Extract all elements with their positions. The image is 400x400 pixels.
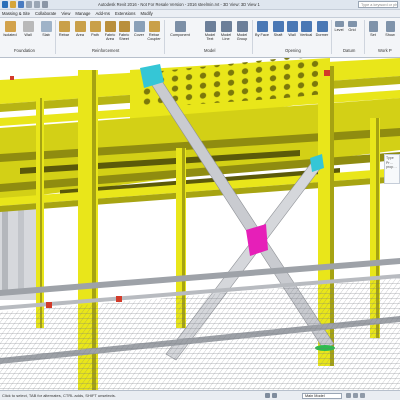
rebar-coupler-button[interactable]: Rebar Coupler [146,20,162,48]
panel-label-foundation: Foundation [14,48,35,53]
quick-access-toolbar [2,1,48,9]
vertical-opening-icon [300,21,312,32]
search-input[interactable]: Type a keyword or phra [358,1,398,8]
workset-icon[interactable] [265,393,270,398]
area-reinforcement-icon [74,21,86,32]
wall-foundation-icon [22,21,34,32]
tab-collaborate[interactable]: Collaborate [35,11,56,16]
design-options-icon[interactable] [272,393,277,398]
worksharing-icons [265,393,277,398]
undo-icon[interactable] [26,1,32,8]
tab-massing-site[interactable]: Massing & Site [2,11,30,16]
panel-label-opening: Opening [285,48,301,53]
open-icon[interactable] [10,1,16,8]
tab-modify[interactable]: Modify [140,11,152,16]
grid-button[interactable]: Grid [346,20,358,48]
rebar-icon [58,21,70,32]
component-icon [174,21,186,32]
tab-manage[interactable]: Manage [75,11,90,16]
panel-separator [364,20,365,54]
model-text-button[interactable]: Model Text [202,20,218,48]
model-line-button[interactable]: Model Line [218,20,234,48]
properties-panel-peek[interactable]: Type Pr… prop… [384,154,400,184]
ribbon-panel: Isolated Wall Slab Foundation Rebar Area… [0,18,400,58]
fabric-sheet-button[interactable]: Fabric Sheet [116,20,132,48]
rebar-button[interactable]: Rebar [56,20,72,48]
panel-label-datum: Datum [343,48,356,53]
level-icon [334,21,344,27]
fabric-sheet-icon [118,21,130,32]
isolated-foundation-button[interactable]: Isolated [2,20,18,48]
show-work-plane-button[interactable]: Show [382,20,398,48]
set-work-plane-button[interactable]: Set [366,20,380,48]
wall-foundation-button[interactable]: Wall [20,20,36,48]
model-group-button[interactable]: Model Group [234,20,250,48]
model-group-icon [236,21,248,32]
path-reinforcement-icon [89,21,101,32]
show-work-plane-icon [385,21,395,32]
opening-wall-icon [286,21,298,32]
set-work-plane-icon [368,21,378,32]
filter-icon[interactable] [360,393,365,398]
3d-model-view[interactable] [0,58,400,390]
select-underlay-icon[interactable] [353,393,358,398]
panel-separator [331,20,332,54]
grid-icon [347,21,357,27]
panel-separator [252,20,253,54]
tab-view[interactable]: View [61,11,70,16]
panel-label-reinforcement: Reinforcement [92,48,120,53]
title-bar: Autodesk Revit 2016 - Not For Resale Ver… [0,0,400,10]
model-text-icon [204,21,216,32]
area-reinforcement-button[interactable]: Area [72,20,88,48]
select-links-icon[interactable] [346,393,351,398]
cover-icon [133,21,145,32]
status-bar: Click to select, TAB for alternates, CTR… [0,390,400,400]
level-button[interactable]: Level [333,20,345,48]
slab-foundation-icon [40,21,52,32]
print-icon[interactable] [42,1,48,8]
redo-icon[interactable] [34,1,40,8]
rebar-coupler-icon [148,21,160,32]
panel-label-work-plane: Work P [378,48,392,53]
dormer-icon [316,21,328,32]
panel-separator [164,20,165,54]
grating-floor[interactable] [0,278,400,390]
revit-logo-icon[interactable] [2,1,8,8]
component-button[interactable]: Component [168,20,192,48]
selection-filter-icons [346,393,365,398]
tab-add-ins[interactable]: Add-Ins [96,11,110,16]
dormer-button[interactable]: Dormer [314,20,330,48]
by-face-icon [256,21,268,32]
shaft-icon [272,21,284,32]
slab-foundation-button[interactable]: Slab [38,20,54,48]
status-message: Click to select, TAB for alternates, CTR… [2,393,116,398]
panel-label-model: Model [204,48,216,53]
ribbon-tabs: Massing & Site Collaborate View Manage A… [0,10,400,18]
save-icon[interactable] [18,1,24,8]
isolated-foundation-icon [4,21,16,32]
path-reinforcement-button[interactable]: Path [87,20,103,48]
active-model-select[interactable]: Main Model [302,393,342,399]
cover-button[interactable]: Cover [131,20,147,48]
vertical-opening-button[interactable]: Vertical [298,20,314,48]
fabric-area-icon [104,21,116,32]
by-face-button[interactable]: By Face [254,20,270,48]
tab-extensions[interactable]: Extensions [115,11,135,16]
3d-viewport[interactable]: Type Pr… prop… [0,58,400,390]
window-title: Autodesk Revit 2016 - Not For Resale Ver… [98,2,260,7]
model-line-icon [220,21,232,32]
